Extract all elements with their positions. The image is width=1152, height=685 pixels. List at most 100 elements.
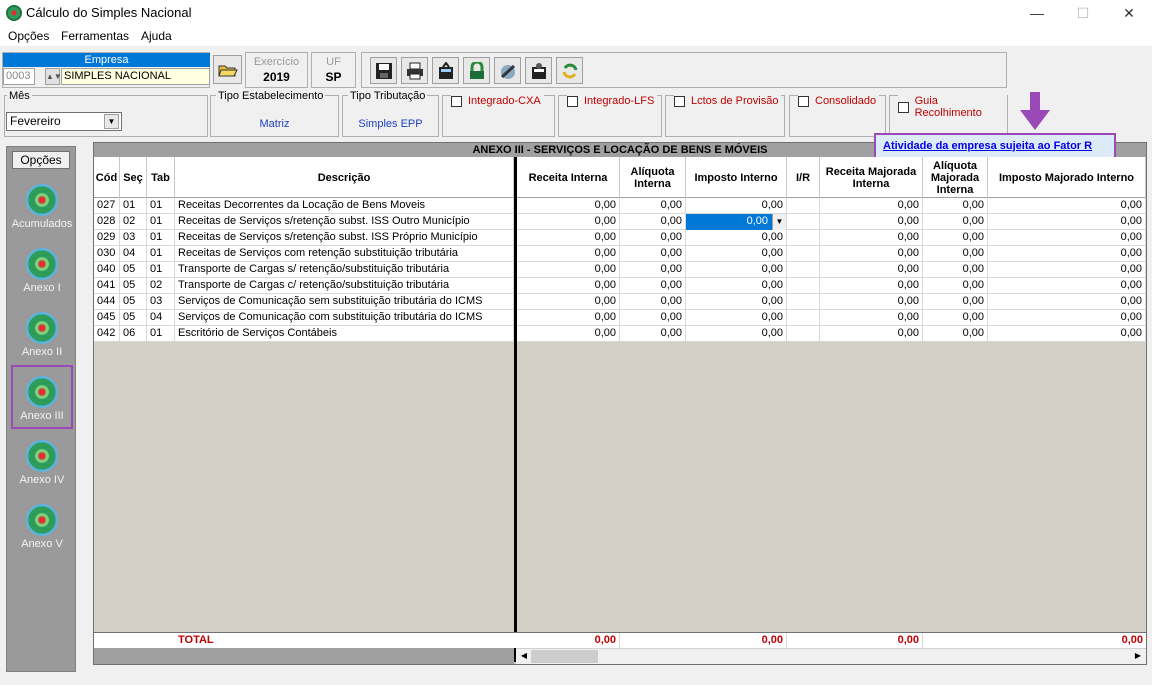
cell-impm[interactable]: 0,00 xyxy=(988,262,1146,278)
check-guia-recolhimento[interactable]: Guia Recolhimento xyxy=(898,95,1007,119)
table-row[interactable]: 041 05 02 Transporte de Cargas c/ retenção/… xyxy=(94,278,1146,294)
cell-tab[interactable]: 01 xyxy=(147,198,175,214)
table-row[interactable]: 028 02 01 Receitas de Serviços s/retenção s… xyxy=(94,214,1146,230)
cell-imp[interactable]: 0,00 ▼ xyxy=(686,214,787,230)
cell-rec[interactable]: 0,00 xyxy=(517,246,620,262)
check-lctos-provisao[interactable]: Lctos de Provisão xyxy=(674,95,782,107)
cell-impm[interactable]: 0,00 xyxy=(988,230,1146,246)
tools-button[interactable] xyxy=(494,57,521,84)
cell-tab[interactable]: 01 xyxy=(147,214,175,230)
table-row[interactable]: 040 05 01 Transporte de Cargas s/ retenção/… xyxy=(94,262,1146,278)
horizontal-scrollbar[interactable] xyxy=(516,648,1146,664)
cell-aliq[interactable]: 0,00 xyxy=(620,246,686,262)
cell-aliq[interactable]: 0,00 xyxy=(620,326,686,342)
calculator-button[interactable] xyxy=(432,57,459,84)
empresa-code-field[interactable]: 0003 xyxy=(3,68,35,85)
table-row[interactable]: 044 05 03 Serviços de Comunicação sem subst… xyxy=(94,294,1146,310)
cell-rec[interactable]: 0,00 xyxy=(517,214,620,230)
close-button[interactable]: ✕ xyxy=(1106,0,1152,26)
cell-aliqm[interactable]: 0,00 xyxy=(923,198,988,214)
cell-aliqm[interactable]: 0,00 xyxy=(923,294,988,310)
table-row[interactable]: 042 06 01 Escritório de Serviços Contábeis 0… xyxy=(94,326,1146,342)
cell-sec[interactable]: 06 xyxy=(120,326,147,342)
report-button[interactable] xyxy=(525,57,552,84)
refresh-button[interactable] xyxy=(556,57,583,84)
cell-desc[interactable]: Receitas de Serviços s/retenção subst. I… xyxy=(175,230,514,246)
lock-button[interactable] xyxy=(463,57,490,84)
sidebar-item-anexo-ii[interactable]: Anexo II xyxy=(10,306,74,366)
col-header[interactable]: I/R xyxy=(787,157,820,198)
col-header[interactable]: Tab xyxy=(147,157,175,198)
col-header[interactable]: Receita Interna xyxy=(517,157,620,198)
cell-sec[interactable]: 05 xyxy=(120,278,147,294)
cell-ir[interactable] xyxy=(787,310,820,326)
cell-tab[interactable]: 03 xyxy=(147,294,175,310)
scroll-right-icon[interactable]: ▶ xyxy=(1132,648,1144,664)
checkbox[interactable] xyxy=(451,95,462,107)
cell-rec[interactable]: 0,00 xyxy=(517,230,620,246)
cell-desc[interactable]: Serviços de Comunicação sem substituição… xyxy=(175,294,514,310)
cell-cod[interactable]: 028 xyxy=(94,214,120,230)
maximize-button[interactable]: ☐ xyxy=(1060,0,1106,26)
cell-tab[interactable]: 01 xyxy=(147,326,175,342)
check-consolidado[interactable]: Consolidado xyxy=(798,95,880,107)
cell-sec[interactable]: 05 xyxy=(120,262,147,278)
cell-imp[interactable]: 0,00 xyxy=(686,294,787,310)
cell-recm[interactable]: 0,00 xyxy=(820,246,923,262)
opcoes-button[interactable]: Opções xyxy=(12,151,70,169)
cell-cod[interactable]: 030 xyxy=(94,246,120,262)
cell-ir[interactable] xyxy=(787,246,820,262)
cell-sec[interactable]: 05 xyxy=(120,294,147,310)
cell-tab[interactable]: 01 xyxy=(147,230,175,246)
table-row[interactable]: 045 05 04 Serviços de Comunicação com subst… xyxy=(94,310,1146,326)
cell-aliq[interactable]: 0,00 xyxy=(620,214,686,230)
col-header[interactable]: Imposto Interno xyxy=(686,157,787,198)
cell-desc[interactable]: Transporte de Cargas c/ retenção/substit… xyxy=(175,278,514,294)
cell-impm[interactable]: 0,00 xyxy=(988,198,1146,214)
empresa-spin-icon[interactable]: ▲▼ xyxy=(45,68,62,85)
cell-cod[interactable]: 044 xyxy=(94,294,120,310)
cell-imp[interactable]: 0,00 xyxy=(686,310,787,326)
cell-ir[interactable] xyxy=(787,214,820,230)
cell-aliqm[interactable]: 0,00 xyxy=(923,214,988,230)
cell-recm[interactable]: 0,00 xyxy=(820,278,923,294)
cell-ir[interactable] xyxy=(787,230,820,246)
check-integrado-cxa[interactable]: Integrado-CXA xyxy=(451,95,544,107)
menu-ajuda[interactable]: Ajuda xyxy=(141,29,172,43)
cell-aliq[interactable]: 0,00 xyxy=(620,278,686,294)
cell-aliq[interactable]: 0,00 xyxy=(620,262,686,278)
cell-impm[interactable]: 0,00 xyxy=(988,246,1146,262)
cell-rec[interactable]: 0,00 xyxy=(517,198,620,214)
cell-recm[interactable]: 0,00 xyxy=(820,310,923,326)
cell-cod[interactable]: 042 xyxy=(94,326,120,342)
cell-tab[interactable]: 01 xyxy=(147,246,175,262)
cell-aliqm[interactable]: 0,00 xyxy=(923,262,988,278)
cell-ir[interactable] xyxy=(787,278,820,294)
cell-rec[interactable]: 0,00 xyxy=(517,310,620,326)
cell-tab[interactable]: 04 xyxy=(147,310,175,326)
sidebar-item-anexo-iv[interactable]: Anexo IV xyxy=(10,434,74,494)
col-header[interactable]: Cód xyxy=(94,157,120,198)
cell-desc[interactable]: Escritório de Serviços Contábeis xyxy=(175,326,514,342)
sidebar-item-acumulados[interactable]: Acumulados xyxy=(10,178,74,238)
chevron-down-icon[interactable]: ▼ xyxy=(104,114,119,129)
minimize-button[interactable]: — xyxy=(1014,0,1060,26)
cell-rec[interactable]: 0,00 xyxy=(517,262,620,278)
cell-tab[interactable]: 02 xyxy=(147,278,175,294)
cell-aliqm[interactable]: 0,00 xyxy=(923,310,988,326)
cell-aliqm[interactable]: 0,00 xyxy=(923,326,988,342)
cell-recm[interactable]: 0,00 xyxy=(820,198,923,214)
cell-impm[interactable]: 0,00 xyxy=(988,326,1146,342)
sidebar-item-anexo-i[interactable]: Anexo I xyxy=(10,242,74,302)
cell-desc[interactable]: Receitas de Serviços com retenção substi… xyxy=(175,246,514,262)
cell-rec[interactable]: 0,00 xyxy=(517,294,620,310)
menu-ferramentas[interactable]: Ferramentas xyxy=(61,29,129,43)
cell-aliqm[interactable]: 0,00 xyxy=(923,246,988,262)
cell-sec[interactable]: 05 xyxy=(120,310,147,326)
checkbox[interactable] xyxy=(798,95,809,107)
cell-cod[interactable]: 040 xyxy=(94,262,120,278)
cell-desc[interactable]: Receitas de Serviços s/retenção subst. I… xyxy=(175,214,514,230)
cell-desc[interactable]: Transporte de Cargas s/ retenção/substit… xyxy=(175,262,514,278)
cell-tab[interactable]: 01 xyxy=(147,262,175,278)
chevron-down-icon[interactable]: ▼ xyxy=(772,214,786,230)
